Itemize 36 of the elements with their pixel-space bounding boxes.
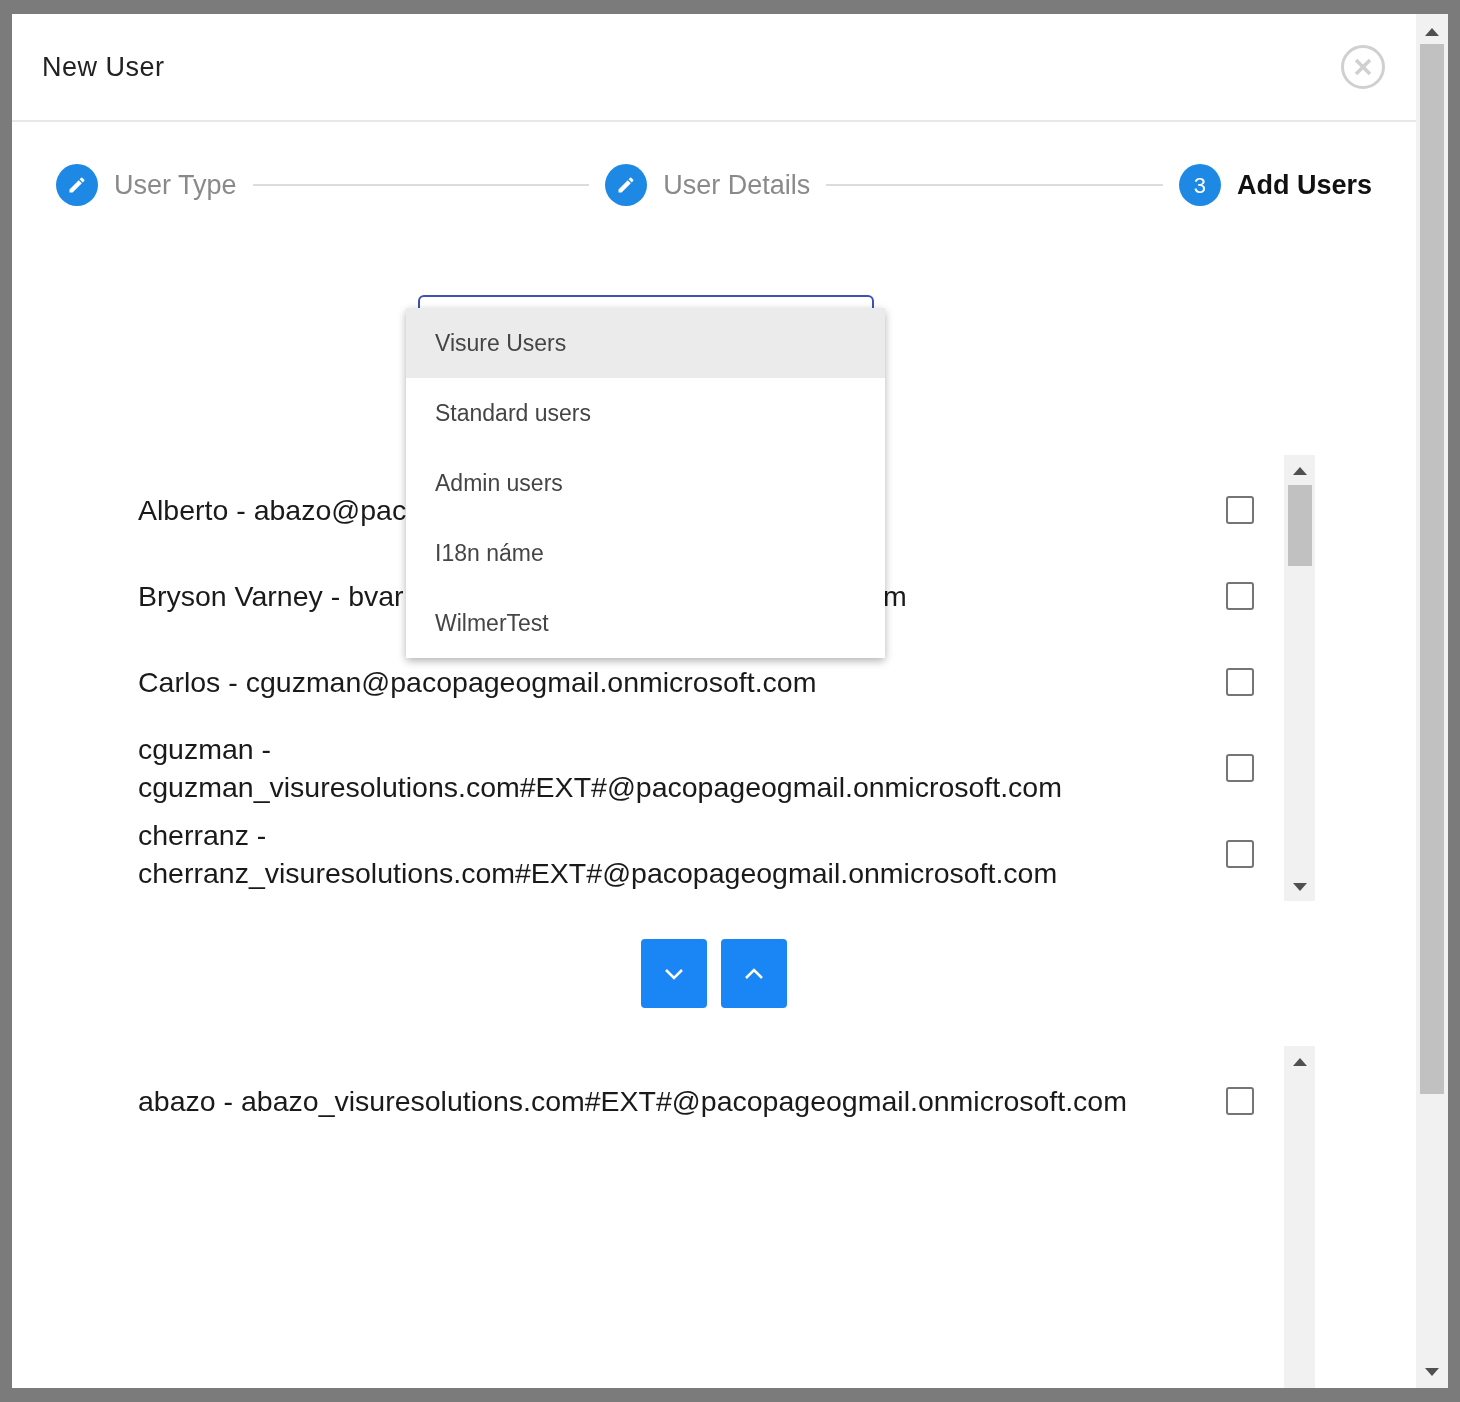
checkbox[interactable] xyxy=(1226,754,1254,782)
scroll-up-icon[interactable] xyxy=(1292,467,1307,475)
scroll-down-icon[interactable] xyxy=(1292,883,1307,891)
dialog-title: New User xyxy=(42,50,165,84)
checkbox[interactable] xyxy=(1226,668,1254,696)
dialog-scrollbar[interactable] xyxy=(1416,14,1448,1388)
checkbox[interactable] xyxy=(1226,1087,1254,1115)
step-label: User Details xyxy=(663,168,811,202)
menu-option[interactable]: Admin users xyxy=(406,448,885,518)
menu-option[interactable]: Standard users xyxy=(406,378,885,448)
user-entry: cherranz - cherranz_visuresolutions.com#EXT#@pacopageogmail.onmicrosoft.com xyxy=(138,819,1058,889)
user-entry: abazo - abazo_visuresolutions.com#EXT#@pacopageogmail.onmicrosoft.com xyxy=(138,1085,1127,1117)
chevron-down-icon xyxy=(664,967,684,980)
list-scrollbar[interactable] xyxy=(1284,455,1315,901)
step-number: 3 xyxy=(1178,164,1221,206)
pencil-icon xyxy=(67,175,87,195)
menu-option[interactable]: I18n náme xyxy=(406,518,885,588)
checkbox[interactable] xyxy=(1226,840,1254,868)
scroll-down-icon[interactable] xyxy=(1425,1368,1439,1376)
user-entry: Alberto - abazo@pac xyxy=(138,494,407,526)
menu-option[interactable]: WilmerTest xyxy=(406,588,885,658)
scroll-up-icon[interactable] xyxy=(1292,1058,1307,1066)
user-entry: Carlos - cguzman@pacopageogmail.onmicrosoft.com xyxy=(138,666,817,698)
menu-option[interactable]: Visure Users xyxy=(406,308,885,378)
scrollbar-thumb[interactable] xyxy=(1420,44,1444,1094)
scrollbar-thumb[interactable] xyxy=(1287,485,1312,566)
checkbox[interactable] xyxy=(1226,496,1254,524)
step-label: Add Users xyxy=(1236,168,1372,202)
user-entry: cguzman - cguzman_visuresolutions.com#EXT#@pacopageogmail.onmicrosoft.com xyxy=(138,733,1062,803)
chevron-up-icon xyxy=(744,967,764,980)
user-entry: Bryson Varney - bvar xyxy=(138,580,404,612)
user-entry: m xyxy=(883,579,907,614)
scroll-up-icon[interactable] xyxy=(1425,28,1439,36)
step-label: User Type xyxy=(114,168,237,202)
list-scrollbar[interactable] xyxy=(1284,1046,1315,1388)
checkbox[interactable] xyxy=(1226,582,1254,610)
